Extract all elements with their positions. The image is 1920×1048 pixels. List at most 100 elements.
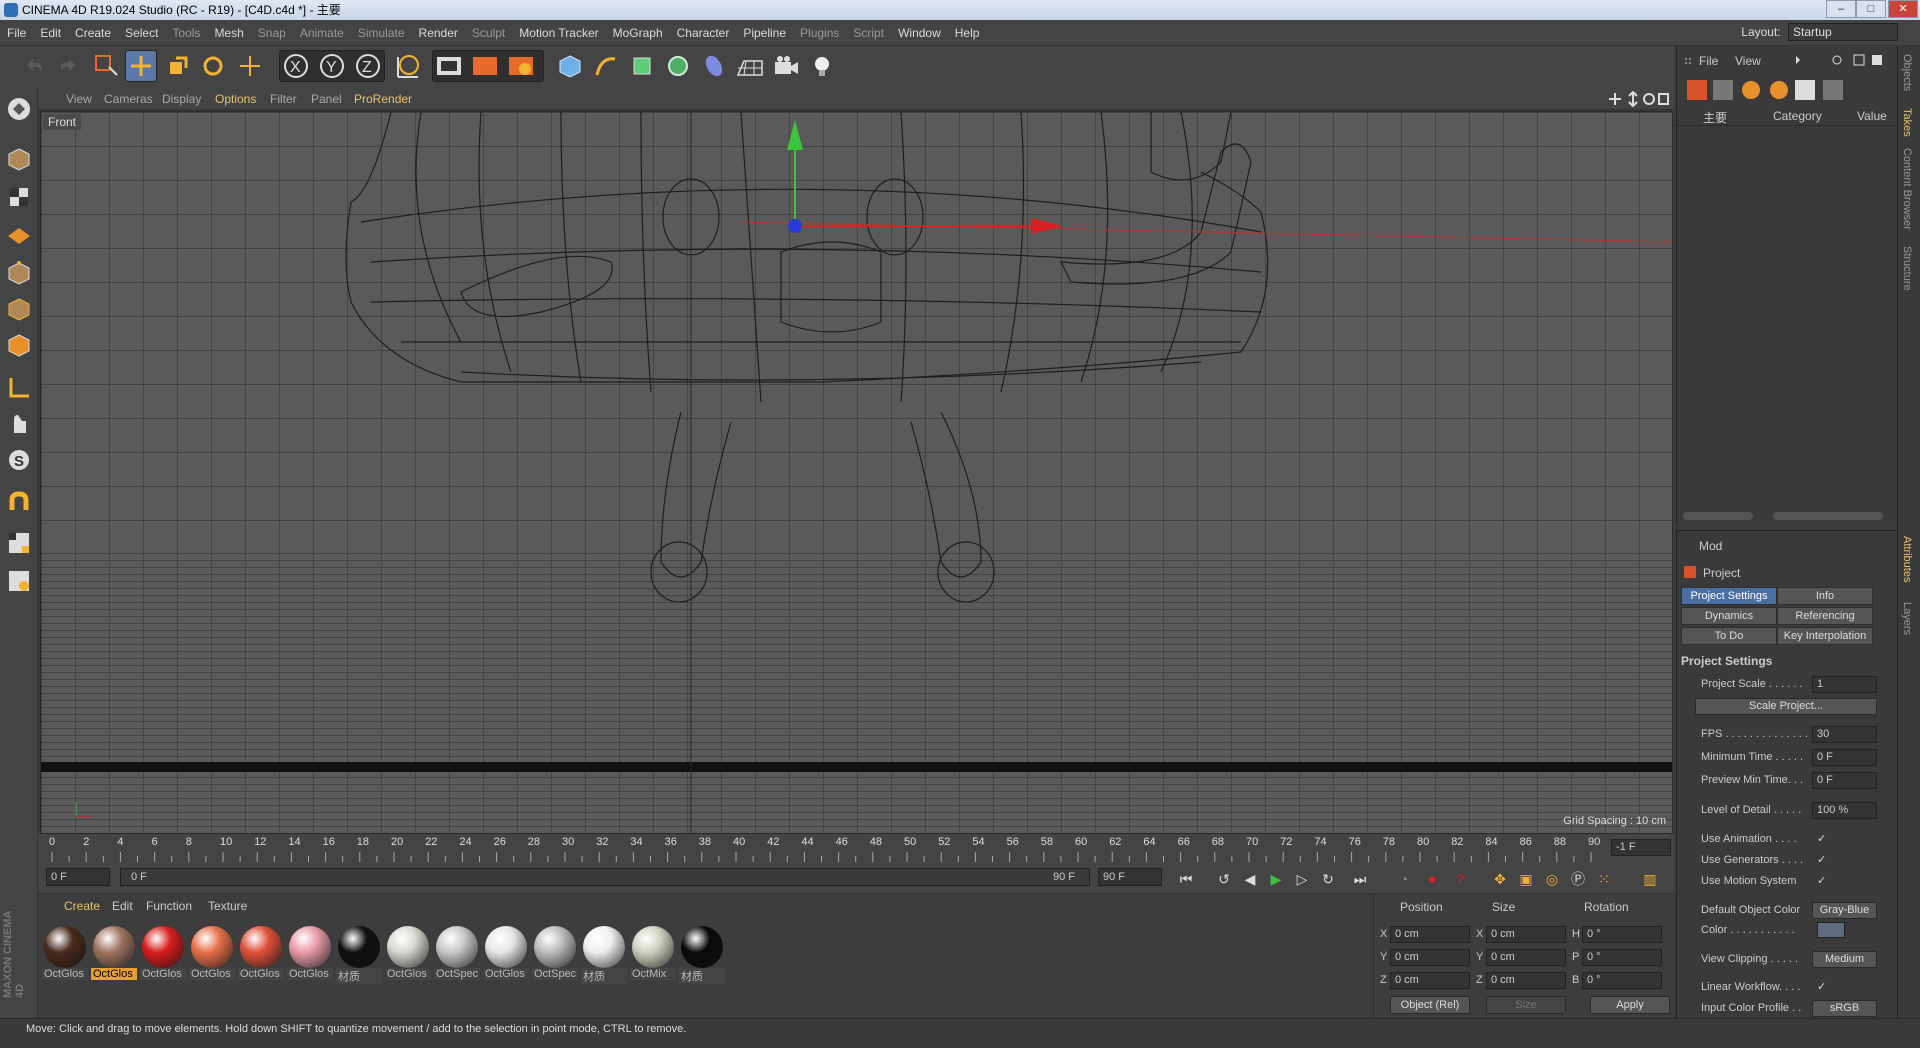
material-swatch[interactable]: OctGlos: [140, 924, 187, 986]
viewport-menu-view[interactable]: View: [66, 92, 92, 106]
model-mode-icon[interactable]: [3, 144, 35, 174]
color-swatch[interactable]: [1817, 922, 1845, 938]
side-tab-structure[interactable]: Structure: [1901, 246, 1913, 291]
viewport-canvas[interactable]: [41, 112, 1673, 834]
rot-b-field[interactable]: 0 °: [1582, 972, 1662, 989]
key-rotation-icon[interactable]: ◎: [1540, 868, 1564, 890]
menu-pipeline[interactable]: Pipeline: [736, 20, 793, 46]
project-scale-field[interactable]: 1: [1812, 676, 1877, 693]
cube-icon[interactable]: [554, 50, 586, 82]
floor-icon[interactable]: [734, 50, 766, 82]
camera-icon[interactable]: [770, 50, 802, 82]
material-swatch[interactable]: OctGlos: [483, 924, 530, 986]
end-frame-field[interactable]: 90 F: [1098, 868, 1162, 886]
next-frame-icon[interactable]: ▷: [1290, 868, 1314, 890]
material-swatch[interactable]: OctGlos: [189, 924, 236, 986]
pen-spline-icon[interactable]: [590, 50, 622, 82]
material-swatch[interactable]: 材质: [336, 924, 383, 986]
live-selection-icon[interactable]: [90, 50, 122, 82]
material-menu-texture[interactable]: Texture: [208, 899, 247, 913]
fps-field[interactable]: 30: [1812, 726, 1877, 743]
menu-mesh[interactable]: Mesh: [207, 20, 250, 46]
texture-mode-icon[interactable]: [3, 182, 35, 212]
material-menu-function[interactable]: Function: [146, 899, 192, 913]
linear-workflow-checkbox[interactable]: ✓: [1817, 980, 1826, 993]
previous-key-icon[interactable]: ↺: [1212, 868, 1236, 890]
key-selection-icon[interactable]: ?: [1448, 868, 1472, 890]
lod-field[interactable]: 100 %: [1812, 802, 1877, 819]
tab-info[interactable]: Info: [1777, 587, 1873, 605]
key-parameter-icon[interactable]: Ⓟ: [1566, 868, 1590, 890]
render-icons[interactable]: [433, 51, 543, 81]
axis-mode-icon[interactable]: [3, 373, 35, 403]
material-menu-edit[interactable]: Edit: [112, 899, 133, 913]
material-swatch[interactable]: OctGlos: [42, 924, 89, 986]
magnet-icon[interactable]: [3, 488, 35, 518]
side-tab-content-browser[interactable]: Content Browser: [1901, 148, 1913, 230]
record-keys-icon[interactable]: ◔: [1392, 868, 1416, 890]
menu-select[interactable]: Select: [118, 20, 165, 46]
menu-tools[interactable]: Tools: [165, 20, 207, 46]
edges-mode-icon[interactable]: [3, 294, 35, 324]
tab-dynamics[interactable]: Dynamics: [1681, 607, 1777, 625]
array-icon[interactable]: [662, 50, 694, 82]
start-frame-field[interactable]: 0 F: [46, 868, 110, 886]
previous-frame-icon[interactable]: ◀: [1238, 868, 1262, 890]
material-swatch[interactable]: OctMix: [630, 924, 677, 986]
points-mode-icon[interactable]: [3, 258, 35, 288]
input-profile-dropdown[interactable]: sRGB: [1812, 1000, 1877, 1017]
menu-motion-tracker[interactable]: Motion Tracker: [512, 20, 605, 46]
use-animation-checkbox[interactable]: ✓: [1817, 832, 1826, 845]
locked-workplane-icon[interactable]: [3, 566, 35, 596]
size-z-field[interactable]: 0 cm: [1486, 972, 1566, 989]
menu-script[interactable]: Script: [846, 20, 891, 46]
viewport-menu-filter[interactable]: Filter: [270, 92, 297, 106]
snap-icon[interactable]: S: [3, 445, 35, 475]
use-motion-checkbox[interactable]: ✓: [1817, 874, 1826, 887]
transform-tool-icon[interactable]: [234, 50, 266, 82]
size-y-field[interactable]: 0 cm: [1486, 949, 1566, 966]
material-swatch[interactable]: OctGlos: [287, 924, 334, 986]
material-swatch[interactable]: OctSpec: [434, 924, 481, 986]
object-menu-file[interactable]: File: [1699, 54, 1718, 68]
view-clipping-dropdown[interactable]: Medium: [1812, 951, 1877, 968]
enable-axis-icon[interactable]: [3, 528, 35, 558]
size-x-field[interactable]: 0 cm: [1486, 926, 1566, 943]
menu-window[interactable]: Window: [891, 20, 948, 46]
material-swatch[interactable]: OctGlos: [385, 924, 432, 986]
menu-animate[interactable]: Animate: [293, 20, 351, 46]
object-toolbar-icons[interactable]: [1792, 52, 1892, 68]
object-scrollbar[interactable]: [1677, 512, 1896, 522]
object-menu-view[interactable]: View: [1735, 54, 1761, 68]
viewport-menu-prorender[interactable]: ProRender: [354, 92, 412, 106]
minimize-button[interactable]: –: [1826, 0, 1856, 18]
menu-character[interactable]: Character: [670, 20, 737, 46]
menu-edit[interactable]: Edit: [33, 20, 68, 46]
move-tool-icon[interactable]: [125, 50, 157, 82]
tweak-mode-icon[interactable]: [3, 409, 35, 439]
layout-dropdown[interactable]: Startup: [1788, 23, 1898, 41]
close-button[interactable]: ✕: [1888, 0, 1918, 18]
menu-simulate[interactable]: Simulate: [351, 20, 412, 46]
next-key-icon[interactable]: ↻: [1316, 868, 1340, 890]
side-tab-attributes[interactable]: Attributes: [1901, 536, 1913, 582]
side-tab-layers[interactable]: Layers: [1901, 602, 1913, 635]
viewport-front[interactable]: Front Grid Spacing : 10 cm: [40, 111, 1673, 834]
side-tab-objects[interactable]: Objects: [1901, 54, 1913, 91]
tab-to-do[interactable]: To Do: [1681, 627, 1777, 645]
object-filter-icons[interactable]: [1685, 78, 1885, 102]
autokey-icon[interactable]: ⏺: [1420, 868, 1444, 890]
menu-mograph[interactable]: MoGraph: [606, 20, 670, 46]
xyz-axis-icons[interactable]: X Y Z: [280, 51, 384, 81]
material-swatch[interactable]: OctSpec: [532, 924, 579, 986]
workplane-icon[interactable]: [3, 218, 35, 248]
menu-render[interactable]: Render: [412, 20, 465, 46]
make-editable-icon[interactable]: [3, 94, 35, 124]
size-mode-dropdown[interactable]: Size: [1486, 996, 1566, 1014]
undo-icon[interactable]: [20, 50, 52, 82]
redo-icon[interactable]: [50, 50, 82, 82]
material-swatch[interactable]: 材质: [679, 924, 726, 986]
scale-tool-icon[interactable]: [162, 50, 194, 82]
deformer-icon[interactable]: [698, 50, 730, 82]
key-position-icon[interactable]: ✥: [1488, 868, 1512, 890]
